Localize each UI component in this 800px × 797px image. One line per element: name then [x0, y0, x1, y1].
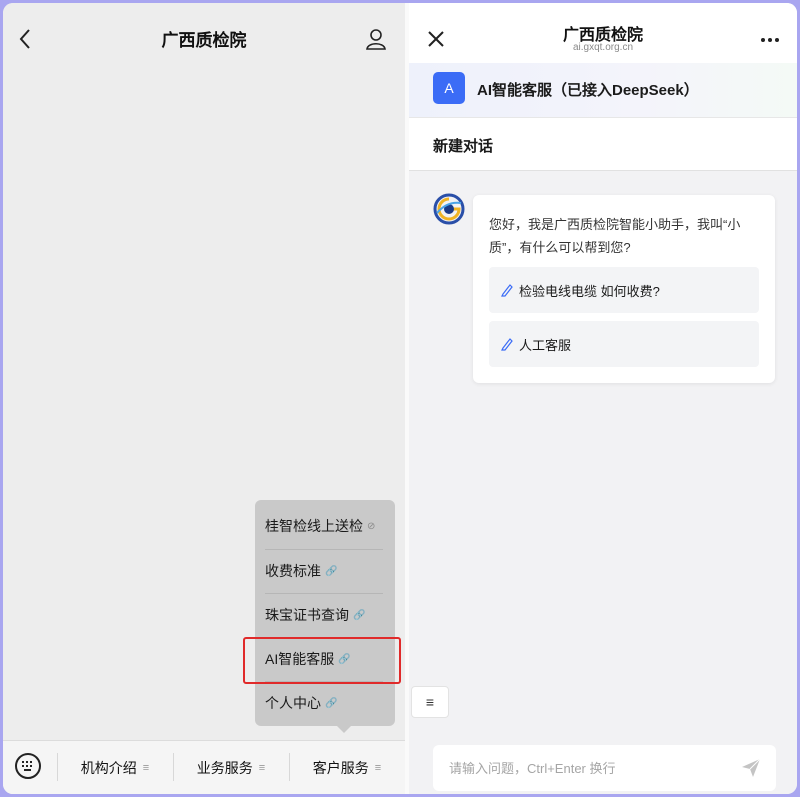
menu-item-label: 个人中心: [265, 695, 321, 711]
suggestion-label: 检验电线电缆 如何收费?: [519, 283, 660, 299]
assistant-logo-icon: [433, 193, 465, 225]
ai-chat-panel: 广西质检院 ai.gxqt.org.cn A AI智能客服（已接入DeepSee…: [409, 3, 797, 794]
bot-avatar: A: [433, 72, 465, 104]
menu-item-personal-center[interactable]: 个人中心 🔗: [265, 681, 385, 725]
link-icon: 🔗: [325, 565, 338, 577]
menu-item-jewelry-certificate[interactable]: 珠宝证书查询 🔗: [265, 593, 385, 637]
service-menu-popup: 桂智检线上送检 ⊘ 收费标准 🔗 珠宝证书查询 🔗 AI智能客服 🔗 个人中心 …: [255, 500, 395, 733]
menu-item-label: 珠宝证书查询: [265, 607, 349, 623]
back-icon[interactable]: [17, 27, 35, 51]
new-chat-label: 新建对话: [433, 138, 494, 155]
menu-item-online-inspection[interactable]: 桂智检线上送检 ⊘: [265, 504, 385, 548]
suggestion-human-service[interactable]: 人工客服: [489, 321, 759, 367]
chat-input-box: [433, 745, 776, 791]
bottom-tab-bar: 机构介绍 ≡ 业务服务 ≡ 客户服务 ≡: [3, 740, 405, 794]
highlight-annotation-box: [243, 637, 401, 684]
suggestion-wire-fee[interactable]: 检验电线电缆 如何收费?: [489, 267, 759, 313]
send-icon[interactable]: [740, 757, 762, 779]
app-frame: 广西质检院 桂智检线上送检 ⊘ 收费标准 🔗 珠宝证书查询 🔗 AI智能客服 🔗…: [3, 3, 797, 794]
assistant-message: 您好，我是广西质检院智能小助手，我叫“小质”，有什么可以帮到您? 检验电线电缆 …: [473, 195, 775, 383]
link-icon: 🔗: [353, 609, 366, 621]
menu-icon: ≡: [142, 762, 150, 774]
link-icon: 🔗: [325, 697, 338, 709]
bot-banner: A AI智能客服（已接入DeepSeek）: [409, 63, 797, 117]
tab-label: 机构介绍: [80, 760, 137, 776]
keyboard-icon[interactable]: [15, 753, 41, 779]
site-url: ai.gxqt.org.cn: [572, 42, 634, 53]
more-icon[interactable]: [759, 31, 781, 49]
official-account-panel: 广西质检院 桂智检线上送检 ⊘ 收费标准 🔗 珠宝证书查询 🔗 AI智能客服 🔗…: [3, 3, 405, 794]
chat-input[interactable]: [449, 757, 719, 779]
suggestion-label: 人工客服: [519, 337, 572, 353]
greeting-text: 您好，我是广西质检院智能小助手，我叫“小质”，有什么可以帮到您?: [489, 217, 741, 255]
menu-icon: ≡: [258, 762, 266, 774]
disabled-icon: ⊘: [367, 520, 376, 532]
list-menu-icon[interactable]: ≡: [411, 686, 449, 718]
menu-item-fee-standard[interactable]: 收费标准 🔗: [265, 549, 385, 593]
tab-institution-intro[interactable]: 机构介绍 ≡: [57, 741, 173, 794]
menu-item-label: 桂智检线上送检: [265, 518, 363, 534]
pen-icon: [501, 284, 513, 297]
menu-icon: ≡: [374, 762, 382, 774]
page-title: 广西质检院: [161, 30, 247, 50]
tab-label: 客户服务: [312, 760, 369, 776]
menu-item-label: 收费标准: [265, 563, 321, 579]
bot-name: AI智能客服（已接入DeepSeek）: [477, 82, 699, 99]
left-header: 广西质检院: [3, 3, 405, 73]
pen-icon: [501, 338, 513, 351]
user-icon[interactable]: [365, 27, 387, 51]
tab-business-services[interactable]: 业务服务 ≡: [173, 741, 289, 794]
new-chat-button[interactable]: 新建对话: [409, 117, 797, 171]
tab-label: 业务服务: [196, 760, 253, 776]
tab-customer-services[interactable]: 客户服务 ≡: [289, 741, 405, 794]
right-header: 广西质检院 ai.gxqt.org.cn: [409, 3, 797, 63]
